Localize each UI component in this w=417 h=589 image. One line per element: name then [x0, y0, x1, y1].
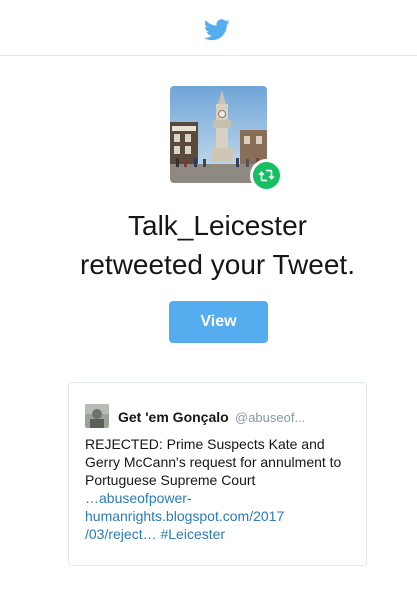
tweet-text: REJECTED: Prime Suspects Kate and Gerry … [85, 435, 357, 543]
retweet-badge [250, 159, 283, 192]
retweet-message: retweeted your Tweet. [80, 249, 355, 280]
notification-headline: Talk_Leicester retweeted your Tweet. [0, 206, 417, 284]
view-button[interactable]: View [169, 301, 268, 343]
retweeter-name[interactable]: Talk_Leicester [0, 206, 417, 245]
author-avatar[interactable] [85, 404, 109, 428]
twitter-bird-icon[interactable] [204, 19, 230, 41]
tweet-link-hashtag[interactable]: /03/reject… #Leicester [85, 525, 357, 543]
tweet-text-line: Gerry McCann's request for annulment to [85, 454, 342, 470]
tweet-text-line: Portuguese Supreme Court [85, 472, 256, 488]
header [0, 0, 417, 56]
tweet-link[interactable]: …abuseofpower- [85, 489, 357, 507]
retweet-icon [258, 169, 275, 182]
tweet-link[interactable]: humanrights.blogspot.com/2017 [85, 507, 357, 525]
tweet-text-line: REJECTED: Prime Suspects Kate and [85, 436, 325, 452]
author-name[interactable]: Get 'em Gonçalo [118, 409, 229, 425]
tweet-card[interactable]: Get 'em Gonçalo @abuseof... REJECTED: Pr… [68, 382, 367, 566]
notification-email: Talk_Leicester retweeted your Tweet. Vie… [0, 0, 417, 589]
author-handle[interactable]: @abuseof... [235, 410, 305, 425]
